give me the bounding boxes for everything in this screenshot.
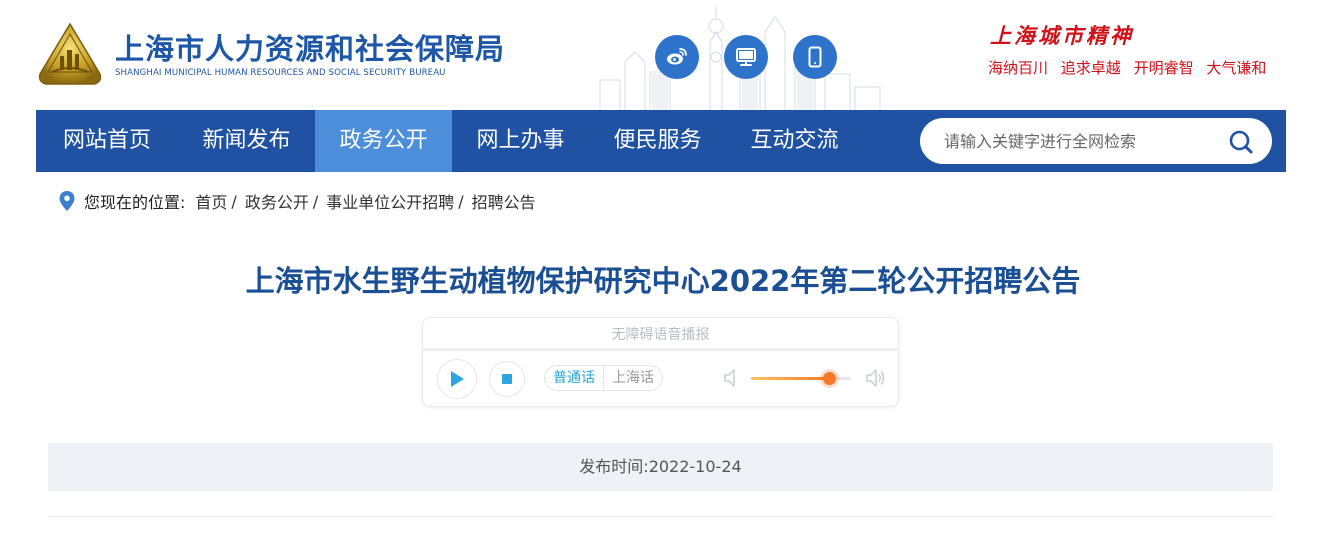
dialect-mandarin-option[interactable]: 普通话 (545, 366, 603, 390)
volume-slider[interactable] (751, 372, 851, 385)
search-input[interactable] (944, 118, 1224, 164)
search-box (920, 118, 1272, 164)
breadcrumb-recruitment-notice[interactable]: 招聘公告 (472, 189, 536, 213)
spirit-phrase: 大气谦和 (1206, 59, 1267, 77)
nav-item-news[interactable]: 新闻发布 (178, 110, 315, 172)
breadcrumb-public-recruitment[interactable]: 事业单位公开招聘 (326, 189, 454, 213)
search-icon[interactable] (1228, 129, 1254, 155)
breadcrumb-label: 您现在的位置: (84, 193, 186, 212)
mobile-icon (808, 46, 822, 68)
breadcrumb: 您现在的位置: 首页 / 政务公开 / 事业单位公开招聘 / 招聘公告 (58, 189, 536, 213)
volume-low-icon[interactable] (723, 367, 739, 389)
publish-time: 发布时间:2022-10-24 (579, 457, 742, 476)
mobile-version-button[interactable] (793, 35, 837, 79)
article-title: 上海市水生野生动植物保护研究中心2022年第二轮公开招聘公告 (245, 264, 1081, 298)
nav-item-interaction[interactable]: 互动交流 (726, 110, 863, 172)
breadcrumb-government-affairs[interactable]: 政务公开 (245, 189, 309, 213)
spirit-phrase: 开明睿智 (1133, 59, 1194, 77)
breadcrumb-separator: / (231, 191, 237, 211)
breadcrumb-separator: / (458, 191, 464, 211)
desktop-version-button[interactable] (724, 35, 768, 79)
nav-item-government-affairs[interactable]: 政务公开 (315, 110, 452, 172)
site-subtitle: SHANGHAI MUNICIPAL HUMAN RESOURCES AND S… (115, 68, 446, 78)
breadcrumb-separator: / (312, 191, 319, 211)
play-icon (451, 371, 464, 387)
play-button[interactable] (437, 359, 477, 399)
player-progress-bar[interactable] (423, 348, 898, 351)
content-divider (48, 516, 1273, 517)
stop-icon (502, 374, 512, 384)
bureau-logo-icon[interactable] (36, 22, 104, 86)
weibo-icon (667, 48, 687, 65)
spirit-phrase: 海纳百川 (988, 59, 1049, 77)
dialect-toggle: 普通话 上海话 (544, 365, 663, 391)
location-pin-icon (59, 191, 75, 211)
volume-high-icon[interactable] (865, 367, 887, 389)
city-spirit-phrases: 海纳百川 追求卓越 开明睿智 大气谦和 (988, 57, 1274, 78)
nav-item-home[interactable]: 网站首页 (36, 110, 178, 172)
main-nav: 网站首页 新闻发布 政务公开 网上办事 便民服务 互动交流 (36, 110, 1286, 172)
nav-item-public-services[interactable]: 便民服务 (589, 110, 726, 172)
nav-item-online-services[interactable]: 网上办事 (452, 110, 589, 172)
site-title[interactable]: 上海市人力资源和社会保障局 (115, 26, 505, 68)
stop-button[interactable] (489, 361, 525, 397)
dialect-shanghainese-option[interactable]: 上海话 (603, 366, 662, 390)
breadcrumb-home[interactable]: 首页 (195, 189, 227, 213)
desktop-icon (736, 48, 756, 66)
spirit-phrase: 追求卓越 (1060, 59, 1121, 77)
volume-slider-handle[interactable] (822, 372, 836, 385)
site-header: 上海市人力资源和社会保障局 SHANGHAI MUNICIPAL HUMAN R… (0, 0, 1326, 110)
player-label: 无障碍语音播报 (611, 327, 710, 343)
volume-slider-fill (751, 377, 829, 380)
city-spirit-title: 上海城市精神 (990, 23, 1134, 48)
accessible-audio-player: 无障碍语音播报 普通话 上海话 (422, 317, 899, 407)
weibo-button[interactable] (655, 35, 699, 79)
publish-info-bar: 发布时间:2022-10-24 (48, 443, 1273, 491)
